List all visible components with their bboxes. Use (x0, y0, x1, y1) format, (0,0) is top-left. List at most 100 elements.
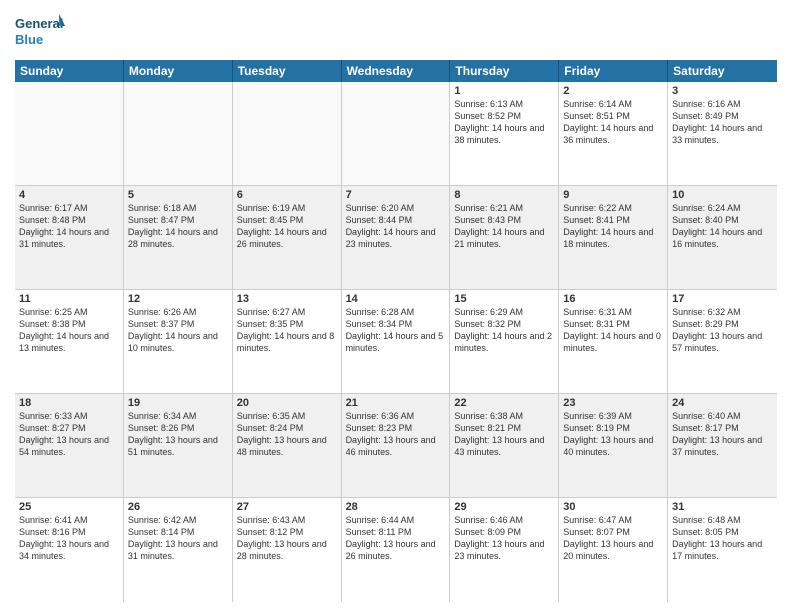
day-cell-27: 27Sunrise: 6:43 AMSunset: 8:12 PMDayligh… (233, 498, 342, 602)
day-text-12: Sunrise: 6:26 AMSunset: 8:37 PMDaylight:… (128, 306, 228, 355)
day-cell-1: 1Sunrise: 6:13 AMSunset: 8:52 PMDaylight… (450, 82, 559, 185)
empty-cell-w0-d0 (15, 82, 124, 185)
svg-text:Blue: Blue (15, 32, 43, 47)
day-cell-21: 21Sunrise: 6:36 AMSunset: 8:23 PMDayligh… (342, 394, 451, 497)
day-number-1: 1 (454, 85, 554, 97)
day-cell-11: 11Sunrise: 6:25 AMSunset: 8:38 PMDayligh… (15, 290, 124, 393)
day-text-23: Sunrise: 6:39 AMSunset: 8:19 PMDaylight:… (563, 410, 663, 459)
day-text-22: Sunrise: 6:38 AMSunset: 8:21 PMDaylight:… (454, 410, 554, 459)
day-text-6: Sunrise: 6:19 AMSunset: 8:45 PMDaylight:… (237, 202, 337, 251)
day-cell-18: 18Sunrise: 6:33 AMSunset: 8:27 PMDayligh… (15, 394, 124, 497)
day-text-5: Sunrise: 6:18 AMSunset: 8:47 PMDaylight:… (128, 202, 228, 251)
day-cell-31: 31Sunrise: 6:48 AMSunset: 8:05 PMDayligh… (668, 498, 777, 602)
day-number-24: 24 (672, 397, 773, 409)
day-number-7: 7 (346, 189, 446, 201)
day-text-3: Sunrise: 6:16 AMSunset: 8:49 PMDaylight:… (672, 98, 773, 147)
header-day-sunday: Sunday (15, 60, 124, 82)
day-cell-28: 28Sunrise: 6:44 AMSunset: 8:11 PMDayligh… (342, 498, 451, 602)
day-text-30: Sunrise: 6:47 AMSunset: 8:07 PMDaylight:… (563, 514, 663, 563)
calendar-row-4: 18Sunrise: 6:33 AMSunset: 8:27 PMDayligh… (15, 394, 777, 498)
header-day-tuesday: Tuesday (233, 60, 342, 82)
day-cell-14: 14Sunrise: 6:28 AMSunset: 8:34 PMDayligh… (342, 290, 451, 393)
day-number-23: 23 (563, 397, 663, 409)
day-text-4: Sunrise: 6:17 AMSunset: 8:48 PMDaylight:… (19, 202, 119, 251)
header-day-saturday: Saturday (668, 60, 777, 82)
day-text-11: Sunrise: 6:25 AMSunset: 8:38 PMDaylight:… (19, 306, 119, 355)
day-cell-30: 30Sunrise: 6:47 AMSunset: 8:07 PMDayligh… (559, 498, 668, 602)
day-number-11: 11 (19, 293, 119, 305)
calendar-row-2: 4Sunrise: 6:17 AMSunset: 8:48 PMDaylight… (15, 186, 777, 290)
day-text-27: Sunrise: 6:43 AMSunset: 8:12 PMDaylight:… (237, 514, 337, 563)
day-number-16: 16 (563, 293, 663, 305)
svg-text:General: General (15, 16, 63, 31)
day-cell-19: 19Sunrise: 6:34 AMSunset: 8:26 PMDayligh… (124, 394, 233, 497)
day-number-3: 3 (672, 85, 773, 97)
header-day-monday: Monday (124, 60, 233, 82)
day-number-19: 19 (128, 397, 228, 409)
day-text-18: Sunrise: 6:33 AMSunset: 8:27 PMDaylight:… (19, 410, 119, 459)
header-day-wednesday: Wednesday (342, 60, 451, 82)
day-cell-5: 5Sunrise: 6:18 AMSunset: 8:47 PMDaylight… (124, 186, 233, 289)
logo: General Blue (15, 10, 65, 52)
day-number-30: 30 (563, 501, 663, 513)
day-number-18: 18 (19, 397, 119, 409)
day-text-8: Sunrise: 6:21 AMSunset: 8:43 PMDaylight:… (454, 202, 554, 251)
day-cell-26: 26Sunrise: 6:42 AMSunset: 8:14 PMDayligh… (124, 498, 233, 602)
day-number-29: 29 (454, 501, 554, 513)
day-cell-22: 22Sunrise: 6:38 AMSunset: 8:21 PMDayligh… (450, 394, 559, 497)
calendar-body: 1Sunrise: 6:13 AMSunset: 8:52 PMDaylight… (15, 82, 777, 602)
day-cell-17: 17Sunrise: 6:32 AMSunset: 8:29 PMDayligh… (668, 290, 777, 393)
day-text-25: Sunrise: 6:41 AMSunset: 8:16 PMDaylight:… (19, 514, 119, 563)
empty-cell-w0-d3 (342, 82, 451, 185)
header: General Blue (15, 10, 777, 52)
day-cell-3: 3Sunrise: 6:16 AMSunset: 8:49 PMDaylight… (668, 82, 777, 185)
day-text-26: Sunrise: 6:42 AMSunset: 8:14 PMDaylight:… (128, 514, 228, 563)
day-text-24: Sunrise: 6:40 AMSunset: 8:17 PMDaylight:… (672, 410, 773, 459)
header-day-thursday: Thursday (450, 60, 559, 82)
day-text-29: Sunrise: 6:46 AMSunset: 8:09 PMDaylight:… (454, 514, 554, 563)
day-cell-7: 7Sunrise: 6:20 AMSunset: 8:44 PMDaylight… (342, 186, 451, 289)
calendar-row-5: 25Sunrise: 6:41 AMSunset: 8:16 PMDayligh… (15, 498, 777, 602)
day-cell-13: 13Sunrise: 6:27 AMSunset: 8:35 PMDayligh… (233, 290, 342, 393)
day-text-9: Sunrise: 6:22 AMSunset: 8:41 PMDaylight:… (563, 202, 663, 251)
day-text-15: Sunrise: 6:29 AMSunset: 8:32 PMDaylight:… (454, 306, 554, 355)
day-number-25: 25 (19, 501, 119, 513)
calendar-header: SundayMondayTuesdayWednesdayThursdayFrid… (15, 60, 777, 82)
day-text-21: Sunrise: 6:36 AMSunset: 8:23 PMDaylight:… (346, 410, 446, 459)
day-number-4: 4 (19, 189, 119, 201)
day-number-5: 5 (128, 189, 228, 201)
calendar-row-1: 1Sunrise: 6:13 AMSunset: 8:52 PMDaylight… (15, 82, 777, 186)
day-number-22: 22 (454, 397, 554, 409)
day-number-8: 8 (454, 189, 554, 201)
day-number-9: 9 (563, 189, 663, 201)
day-number-21: 21 (346, 397, 446, 409)
header-day-friday: Friday (559, 60, 668, 82)
day-text-16: Sunrise: 6:31 AMSunset: 8:31 PMDaylight:… (563, 306, 663, 355)
day-number-6: 6 (237, 189, 337, 201)
day-cell-4: 4Sunrise: 6:17 AMSunset: 8:48 PMDaylight… (15, 186, 124, 289)
day-text-10: Sunrise: 6:24 AMSunset: 8:40 PMDaylight:… (672, 202, 773, 251)
day-number-27: 27 (237, 501, 337, 513)
day-number-14: 14 (346, 293, 446, 305)
day-cell-8: 8Sunrise: 6:21 AMSunset: 8:43 PMDaylight… (450, 186, 559, 289)
calendar-row-3: 11Sunrise: 6:25 AMSunset: 8:38 PMDayligh… (15, 290, 777, 394)
day-number-13: 13 (237, 293, 337, 305)
day-cell-23: 23Sunrise: 6:39 AMSunset: 8:19 PMDayligh… (559, 394, 668, 497)
day-cell-6: 6Sunrise: 6:19 AMSunset: 8:45 PMDaylight… (233, 186, 342, 289)
day-text-14: Sunrise: 6:28 AMSunset: 8:34 PMDaylight:… (346, 306, 446, 355)
day-cell-24: 24Sunrise: 6:40 AMSunset: 8:17 PMDayligh… (668, 394, 777, 497)
day-text-1: Sunrise: 6:13 AMSunset: 8:52 PMDaylight:… (454, 98, 554, 147)
day-number-17: 17 (672, 293, 773, 305)
page: General Blue SundayMondayTuesdayWednesda… (0, 0, 792, 612)
calendar: SundayMondayTuesdayWednesdayThursdayFrid… (15, 60, 777, 602)
day-cell-25: 25Sunrise: 6:41 AMSunset: 8:16 PMDayligh… (15, 498, 124, 602)
empty-cell-w0-d1 (124, 82, 233, 185)
day-number-10: 10 (672, 189, 773, 201)
day-cell-9: 9Sunrise: 6:22 AMSunset: 8:41 PMDaylight… (559, 186, 668, 289)
day-text-28: Sunrise: 6:44 AMSunset: 8:11 PMDaylight:… (346, 514, 446, 563)
day-text-31: Sunrise: 6:48 AMSunset: 8:05 PMDaylight:… (672, 514, 773, 563)
day-cell-29: 29Sunrise: 6:46 AMSunset: 8:09 PMDayligh… (450, 498, 559, 602)
day-text-7: Sunrise: 6:20 AMSunset: 8:44 PMDaylight:… (346, 202, 446, 251)
day-text-17: Sunrise: 6:32 AMSunset: 8:29 PMDaylight:… (672, 306, 773, 355)
day-text-2: Sunrise: 6:14 AMSunset: 8:51 PMDaylight:… (563, 98, 663, 147)
